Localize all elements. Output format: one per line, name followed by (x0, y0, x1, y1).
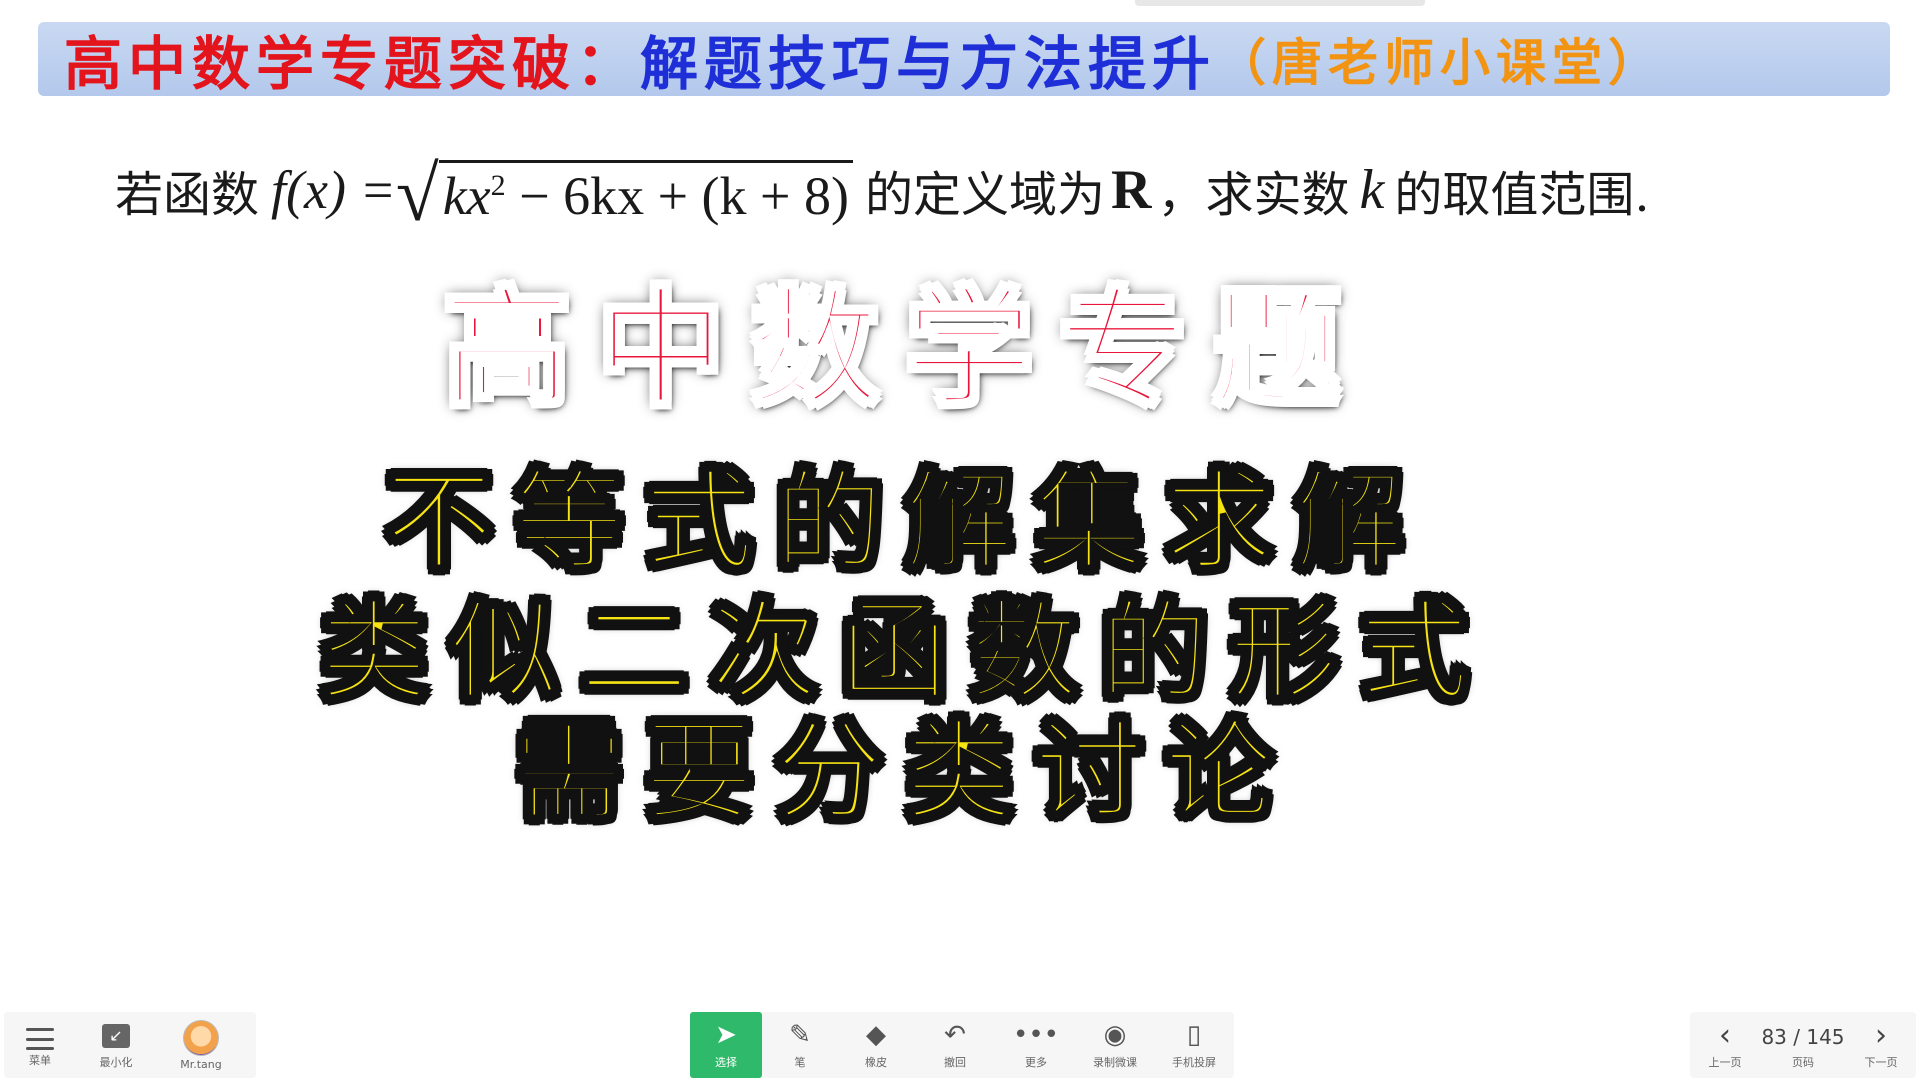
toolbar-left: 菜单 ↙ 最小化 Mr.tang (4, 1012, 256, 1078)
header-banner: 高中数学专题突破： 解题技巧与方法提升 （唐老师小课堂） (38, 22, 1890, 98)
toolbar-right: ‹ 上一页 83 / 145 页码 › 下一页 (1690, 1012, 1916, 1078)
select-tool-label: 选择 (715, 1056, 737, 1069)
phone-icon: ▯ (1186, 1020, 1202, 1050)
pen-tool-button[interactable]: ✎ 笔 (762, 1012, 838, 1078)
avatar-icon (183, 1019, 219, 1056)
header-title-blue: 解题技巧与方法提升 (640, 30, 1217, 98)
radicand-term-b: − 6kx + (k + 8) (505, 165, 849, 226)
next-page-label: 下一页 (1864, 1056, 1898, 1069)
minimize-icon: ↙ (102, 1024, 130, 1048)
top-tab-indicator (1135, 0, 1425, 6)
pen-tool-label: 笔 (794, 1056, 806, 1069)
select-tool-button[interactable]: ➤ 选择 (690, 1012, 762, 1078)
page-number-text: 83 / 145 (1761, 1025, 1845, 1049)
user-name: Mr.tang (180, 1057, 222, 1071)
more-button[interactable]: ••• 更多 (996, 1012, 1076, 1078)
more-dots-icon: ••• (1012, 1020, 1059, 1050)
record-button[interactable]: ◉ 录制微课 (1076, 1012, 1154, 1078)
phone-cast-button[interactable]: ▯ 手机投屏 (1154, 1012, 1234, 1078)
next-page-button[interactable]: › 下一页 (1846, 1012, 1916, 1078)
square-root: √ kx2 − 6kx + (k + 8) (396, 151, 853, 233)
menu-button[interactable]: 菜单 (4, 1012, 76, 1078)
radical-sign-icon: √ (395, 150, 439, 237)
record-label: 录制微课 (1093, 1056, 1137, 1069)
menu-label: 菜单 (29, 1054, 51, 1067)
minimize-button[interactable]: ↙ 最小化 (76, 1012, 156, 1078)
pen-icon: ✎ (789, 1020, 811, 1050)
undo-button[interactable]: ↶ 撤回 (914, 1012, 996, 1078)
radicand-term-a: kx (442, 165, 491, 226)
undo-icon: ↶ (944, 1020, 966, 1050)
page-indicator[interactable]: 83 / 145 页码 (1760, 1012, 1846, 1078)
real-set-symbol: R (1110, 159, 1152, 221)
problem-suffix: 的取值范围. (1394, 167, 1650, 223)
chevron-right-icon: › (1875, 1018, 1887, 1053)
header-title-red: 高中数学专题突破： (64, 30, 641, 98)
minimize-label: 最小化 (99, 1056, 133, 1069)
problem-mid: 的定义域为 (864, 167, 1105, 223)
undo-label: 撤回 (944, 1056, 966, 1069)
menu-icon (26, 1028, 54, 1050)
prev-page-label: 上一页 (1708, 1056, 1742, 1069)
more-label: 更多 (1025, 1056, 1047, 1069)
eraser-tool-label: 橡皮 (865, 1056, 887, 1069)
slide-canvas: 高中数学专题突破： 解题技巧与方法提升 （唐老师小课堂） 若函数 f(x) = … (0, 0, 1920, 1010)
radicand-exponent: 2 (490, 168, 506, 202)
cursor-arrow-icon: ➤ (715, 1020, 737, 1050)
problem-mid2: ，求实数 (1157, 167, 1350, 223)
function-expression: f(x) = √ kx2 − 6kx + (k + 8) (271, 151, 853, 233)
toolbar-center: ➤ 选择 ✎ 笔 ◆ 橡皮 ↶ 撤回 ••• 更多 ◉ 录制微课 ▯ 手机投屏 (690, 1012, 1234, 1078)
function-name: f(x) = (271, 160, 396, 220)
variable-k: k (1359, 159, 1385, 221)
phone-cast-label: 手机投屏 (1172, 1056, 1216, 1069)
overlay-line-3: 需要分类讨论 (513, 708, 1295, 837)
chevron-left-icon: ‹ (1719, 1018, 1731, 1053)
record-icon: ◉ (1103, 1020, 1127, 1050)
page-label: 页码 (1792, 1056, 1814, 1069)
user-button[interactable]: Mr.tang (156, 1012, 246, 1078)
problem-statement: 若函数 f(x) = √ kx2 − 6kx + (k + 8) 的定义域为 R… (115, 140, 1650, 240)
eraser-icon: ◆ (866, 1020, 886, 1050)
problem-prefix: 若函数 (115, 167, 260, 223)
prev-page-button[interactable]: ‹ 上一页 (1690, 1012, 1760, 1078)
header-title-orange: （唐老师小课堂） (1216, 33, 1665, 92)
radicand: kx2 − 6kx + (k + 8) (438, 159, 853, 227)
overlay-title: 高中数学专题 (441, 272, 1367, 426)
eraser-tool-button[interactable]: ◆ 橡皮 (838, 1012, 914, 1078)
